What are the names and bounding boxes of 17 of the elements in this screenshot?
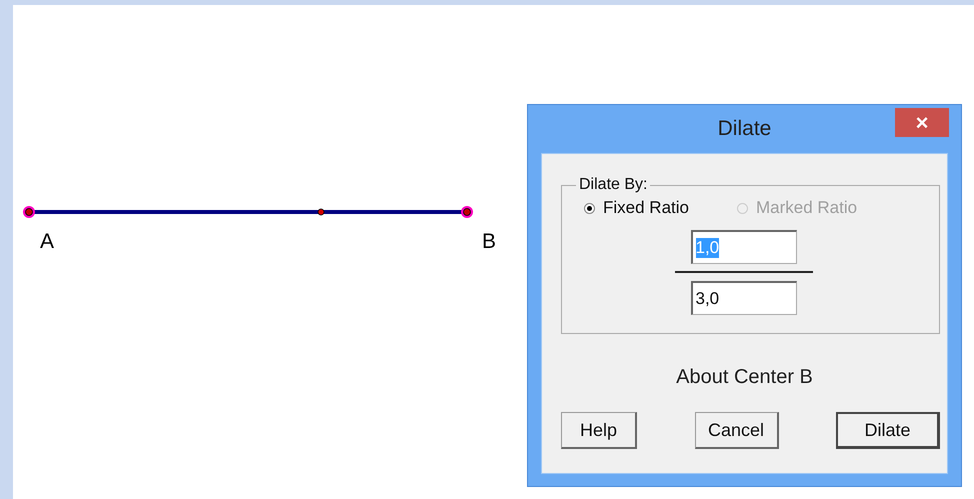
dialog-button[interactable]: Dilate bbox=[836, 412, 940, 449]
midpoint[interactable] bbox=[318, 208, 324, 216]
close-button[interactable]: × bbox=[895, 108, 949, 137]
field-value: 1,0 bbox=[696, 238, 720, 258]
input-field[interactable]: 3,0 bbox=[690, 281, 796, 315]
radio-button[interactable] bbox=[584, 202, 595, 214]
point-label: A bbox=[40, 230, 54, 253]
point[interactable] bbox=[461, 206, 473, 218]
dialog-button[interactable]: Cancel bbox=[694, 412, 778, 449]
point[interactable] bbox=[23, 206, 35, 218]
dialog-title: Dilate bbox=[718, 117, 772, 141]
group-label: Dilate By: bbox=[578, 176, 648, 194]
center-label: About Center B bbox=[676, 366, 813, 389]
field-value: 3,0 bbox=[696, 288, 720, 308]
dialog-button[interactable]: Help bbox=[561, 412, 637, 449]
radio-option[interactable]: Fixed Ratio bbox=[584, 198, 689, 218]
point-label: B bbox=[482, 230, 496, 253]
